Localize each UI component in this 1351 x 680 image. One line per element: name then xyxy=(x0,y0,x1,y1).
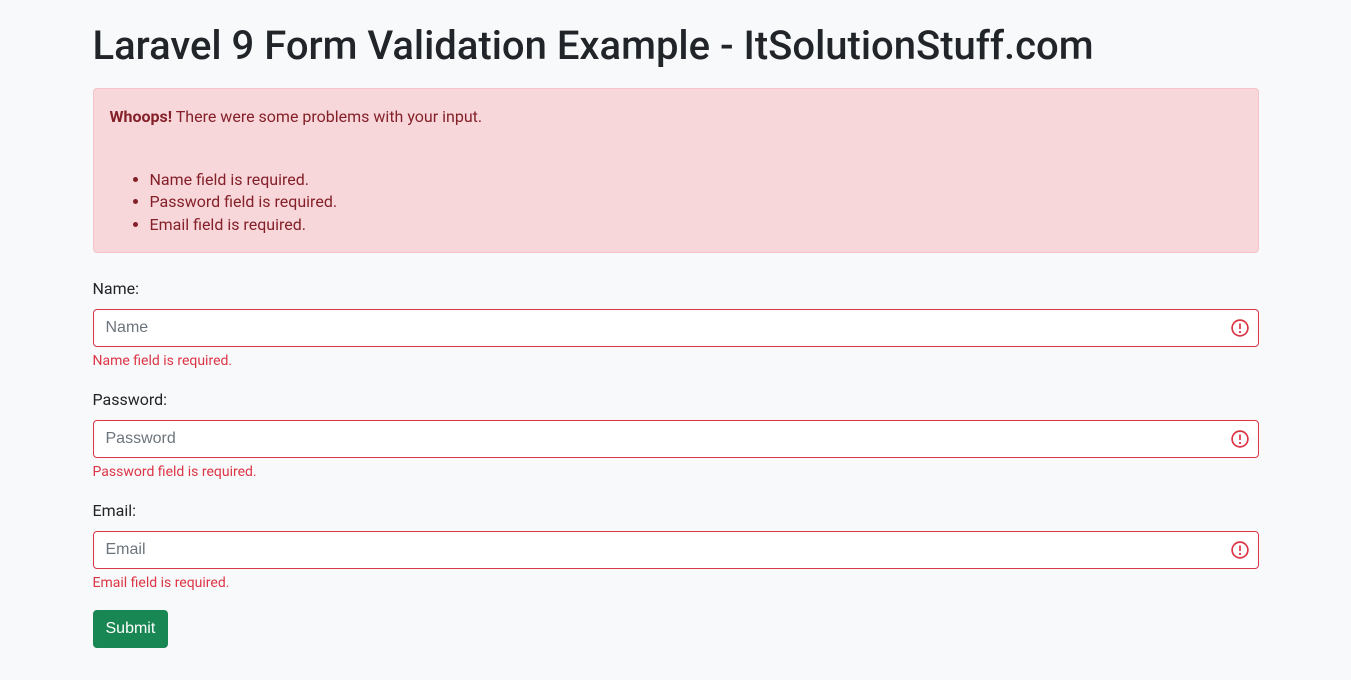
email-label: Email: xyxy=(93,499,1259,523)
main-container: Laravel 9 Form Validation Example - ItSo… xyxy=(93,0,1259,680)
alert-message: There were some problems with your input… xyxy=(176,107,482,126)
email-error-feedback: Email field is required. xyxy=(93,573,1259,594)
password-error-feedback: Password field is required. xyxy=(93,462,1259,483)
alert-error-item: Password field is required. xyxy=(150,191,1242,213)
name-error-feedback: Name field is required. xyxy=(93,351,1259,372)
error-alert: Whoops! There were some problems with yo… xyxy=(93,88,1259,253)
password-form-group: Password: Password field is required. xyxy=(93,388,1259,483)
alert-error-list: Name field is required. Password field i… xyxy=(110,169,1242,236)
alert-strong: Whoops! xyxy=(110,107,173,126)
name-input-wrapper xyxy=(93,309,1259,347)
page-title: Laravel 9 Form Validation Example - ItSo… xyxy=(93,16,1259,76)
alert-error-item: Name field is required. xyxy=(150,169,1242,191)
password-input-wrapper xyxy=(93,420,1259,458)
validation-form: Name: Name field is required. Password: xyxy=(93,277,1259,648)
alert-error-item: Email field is required. xyxy=(150,214,1242,236)
name-input[interactable] xyxy=(93,309,1259,347)
email-input[interactable] xyxy=(93,531,1259,569)
password-input[interactable] xyxy=(93,420,1259,458)
name-label: Name: xyxy=(93,277,1259,301)
email-form-group: Email: Email field is required. xyxy=(93,499,1259,594)
email-input-wrapper xyxy=(93,531,1259,569)
password-label: Password: xyxy=(93,388,1259,412)
submit-group: Submit xyxy=(93,610,1259,648)
name-form-group: Name: Name field is required. xyxy=(93,277,1259,372)
submit-button[interactable]: Submit xyxy=(93,610,169,648)
